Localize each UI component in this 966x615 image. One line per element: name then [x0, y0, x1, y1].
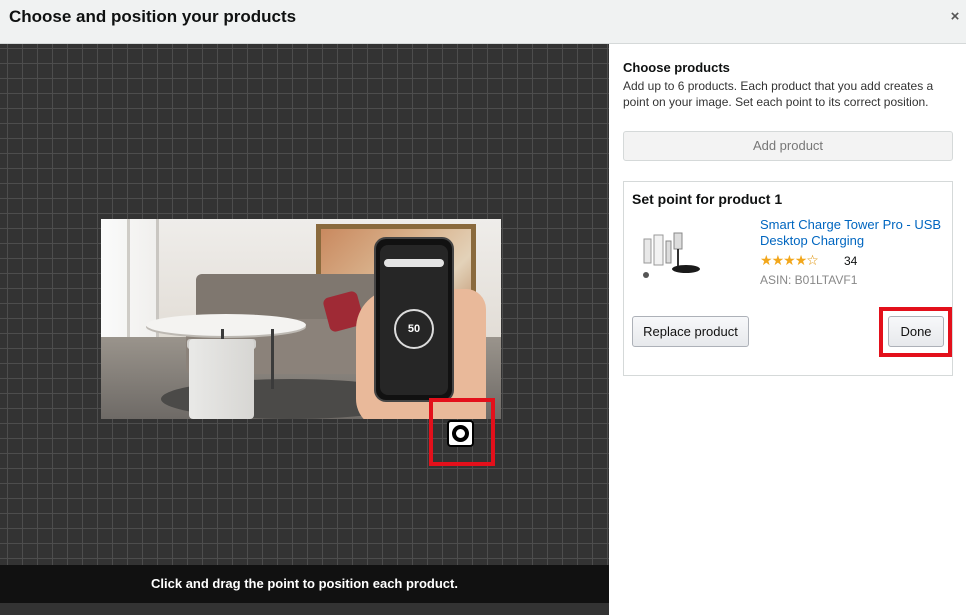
choose-products-description: Add up to 6 products. Each product that …	[623, 79, 934, 109]
add-product-button[interactable]: Add product	[623, 131, 953, 161]
star-full-icon: ★	[794, 252, 808, 268]
phone-dial: 50	[394, 309, 434, 349]
star-full-icon: ★	[771, 252, 785, 268]
drag-hint: Click and drag the point to position eac…	[0, 565, 609, 603]
rating-count: 34	[844, 254, 858, 268]
product-asin: ASIN: B01LTAVF1	[760, 273, 858, 287]
product-thumbnail[interactable]	[634, 227, 702, 287]
close-button[interactable]: ×	[947, 8, 963, 26]
replace-product-button[interactable]: Replace product	[632, 316, 749, 347]
target-circle-icon	[452, 425, 469, 442]
phone-illustration: 50	[374, 237, 454, 402]
done-button[interactable]: Done	[888, 316, 944, 347]
modal-header: Choose and position your products ×	[0, 0, 966, 44]
card-title: Set point for product 1	[632, 191, 783, 207]
position-products-modal: Choose and position your products × 50 C…	[0, 0, 966, 615]
star-full-icon: ★	[760, 252, 773, 268]
choose-products-heading: Choose products	[623, 60, 730, 75]
product-point-handle[interactable]	[447, 420, 474, 447]
product-image[interactable]: 50	[101, 219, 501, 419]
modal-title: Choose and position your products	[9, 7, 297, 26]
product-card: Set point for product 1 Smart Charge Tow…	[623, 181, 953, 376]
star-full-icon: ★	[783, 252, 796, 268]
product-sidebar: Choose products Add up to 6 products. Ea…	[609, 44, 966, 615]
rating-stars: ★★★★☆	[760, 252, 819, 269]
product-name-link[interactable]: Smart Charge Tower Pro - USB Desktop Cha…	[760, 217, 945, 249]
star-empty-icon: ☆	[806, 252, 819, 268]
